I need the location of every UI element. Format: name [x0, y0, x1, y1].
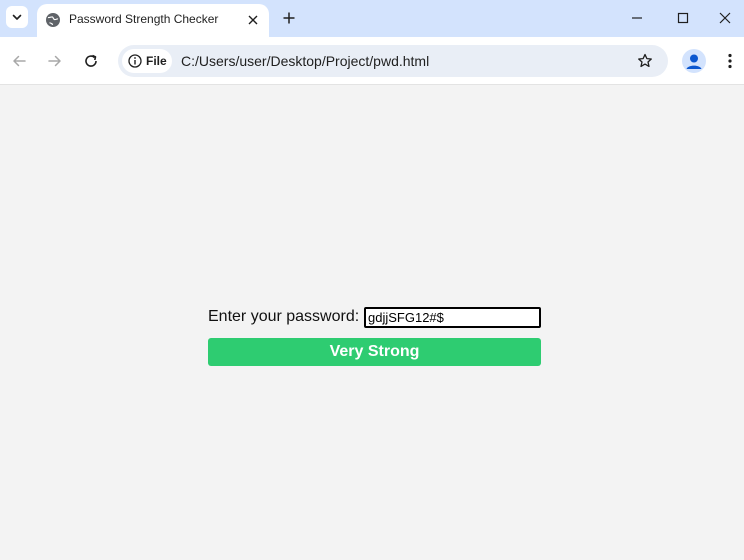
reload-button[interactable] [79, 49, 103, 73]
chevron-down-icon [12, 14, 22, 20]
tab-strip: Password Strength Checker [0, 0, 744, 37]
site-info-label: File [146, 54, 167, 68]
minimize-button[interactable] [614, 0, 660, 36]
tab-title: Password Strength Checker [69, 12, 219, 26]
close-icon [719, 12, 731, 24]
reload-icon [85, 54, 97, 67]
arrow-left-icon [13, 55, 26, 67]
password-input[interactable] [364, 307, 541, 328]
plus-icon [283, 12, 295, 24]
bookmark-button[interactable] [636, 52, 654, 70]
page-content: Enter your password: Very Strong [0, 85, 744, 560]
more-vertical-icon [728, 53, 732, 69]
window-close-button[interactable] [706, 0, 744, 36]
strength-indicator: Very Strong [208, 338, 541, 366]
profile-button[interactable] [682, 49, 706, 73]
browser-toolbar: File C:/Users/user/Desktop/Project/pwd.h… [0, 37, 744, 85]
forward-button[interactable] [43, 49, 67, 73]
password-label: Enter your password: [208, 308, 360, 325]
maximize-icon [677, 12, 689, 24]
close-icon [248, 15, 258, 25]
arrow-right-icon [48, 55, 61, 67]
profile-icon [686, 54, 702, 69]
active-tab[interactable]: Password Strength Checker [37, 4, 269, 37]
tab-search-button[interactable] [6, 6, 28, 28]
minimize-icon [632, 17, 642, 19]
star-icon [638, 53, 652, 68]
address-bar[interactable]: File C:/Users/user/Desktop/Project/pwd.h… [118, 45, 668, 77]
site-info-chip[interactable]: File [122, 49, 172, 73]
tab-close-button[interactable] [243, 10, 263, 30]
maximize-button[interactable] [660, 0, 706, 36]
back-button[interactable] [7, 49, 31, 73]
globe-icon [46, 13, 60, 27]
browser-menu-button[interactable] [718, 49, 742, 73]
new-tab-button[interactable] [278, 7, 300, 29]
url-text[interactable]: C:/Users/user/Desktop/Project/pwd.html [181, 53, 429, 69]
info-icon [128, 54, 142, 68]
